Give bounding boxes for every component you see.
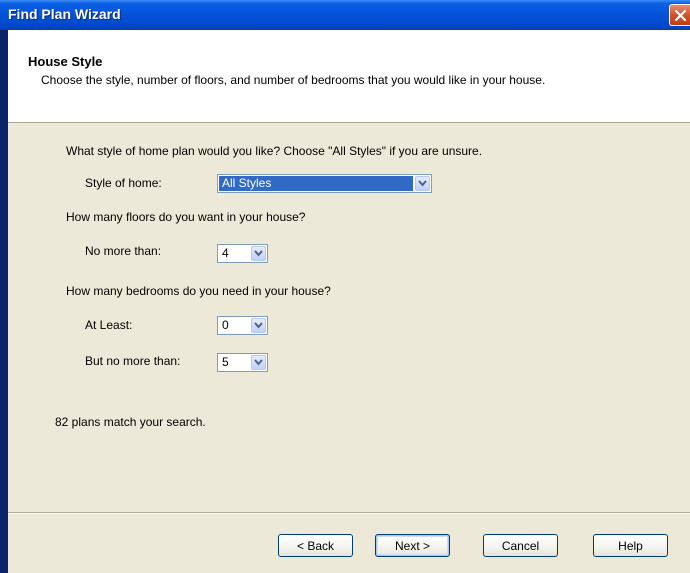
style-select-value: All Styles — [219, 176, 413, 191]
wizard-header: House Style Choose the style, number of … — [8, 30, 690, 123]
style-question: What style of home plan would you like? … — [66, 144, 483, 158]
style-label: Style of home: — [85, 176, 162, 190]
page-title: House Style — [28, 54, 103, 69]
button-separator — [8, 512, 690, 514]
floors-dropdown-button[interactable] — [251, 246, 266, 261]
style-select[interactable]: All Styles — [217, 174, 432, 193]
cancel-button[interactable]: Cancel — [483, 534, 558, 557]
bedrooms-min-value: 0 — [222, 318, 229, 332]
bedrooms-max-label: But no more than: — [85, 354, 181, 368]
back-button[interactable]: < Back — [278, 534, 353, 557]
bedrooms-question: How many bedrooms do you need in your ho… — [66, 284, 331, 298]
floors-label: No more than: — [85, 244, 162, 258]
floors-select[interactable]: 4 — [217, 244, 268, 263]
close-icon — [674, 9, 687, 22]
bedrooms-max-select[interactable]: 5 — [217, 353, 268, 372]
match-count-text: 82 plans match your search. — [55, 415, 206, 429]
floors-select-value: 4 — [222, 246, 229, 260]
chevron-down-icon — [254, 322, 263, 329]
page-description: Choose the style, number of floors, and … — [41, 73, 546, 87]
title-bar[interactable]: Find Plan Wizard — [0, 0, 690, 30]
chevron-down-icon — [418, 180, 427, 187]
bedrooms-min-dropdown-button[interactable] — [251, 318, 266, 333]
window-left-border — [0, 30, 8, 573]
bedrooms-max-dropdown-button[interactable] — [251, 355, 266, 370]
help-button[interactable]: Help — [593, 534, 668, 557]
chevron-down-icon — [254, 250, 263, 257]
bedrooms-min-select[interactable]: 0 — [217, 316, 268, 335]
style-dropdown-button[interactable] — [415, 176, 430, 191]
bedrooms-max-value: 5 — [222, 355, 229, 369]
wizard-window: Find Plan Wizard House Style Choose the … — [0, 0, 690, 573]
bedrooms-min-label: At Least: — [85, 318, 133, 332]
chevron-down-icon — [254, 359, 263, 366]
window-title: Find Plan Wizard — [8, 6, 121, 22]
floors-question: How many floors do you want in your hous… — [66, 210, 306, 224]
next-button[interactable]: Next > — [375, 534, 450, 557]
close-button[interactable] — [669, 4, 690, 26]
